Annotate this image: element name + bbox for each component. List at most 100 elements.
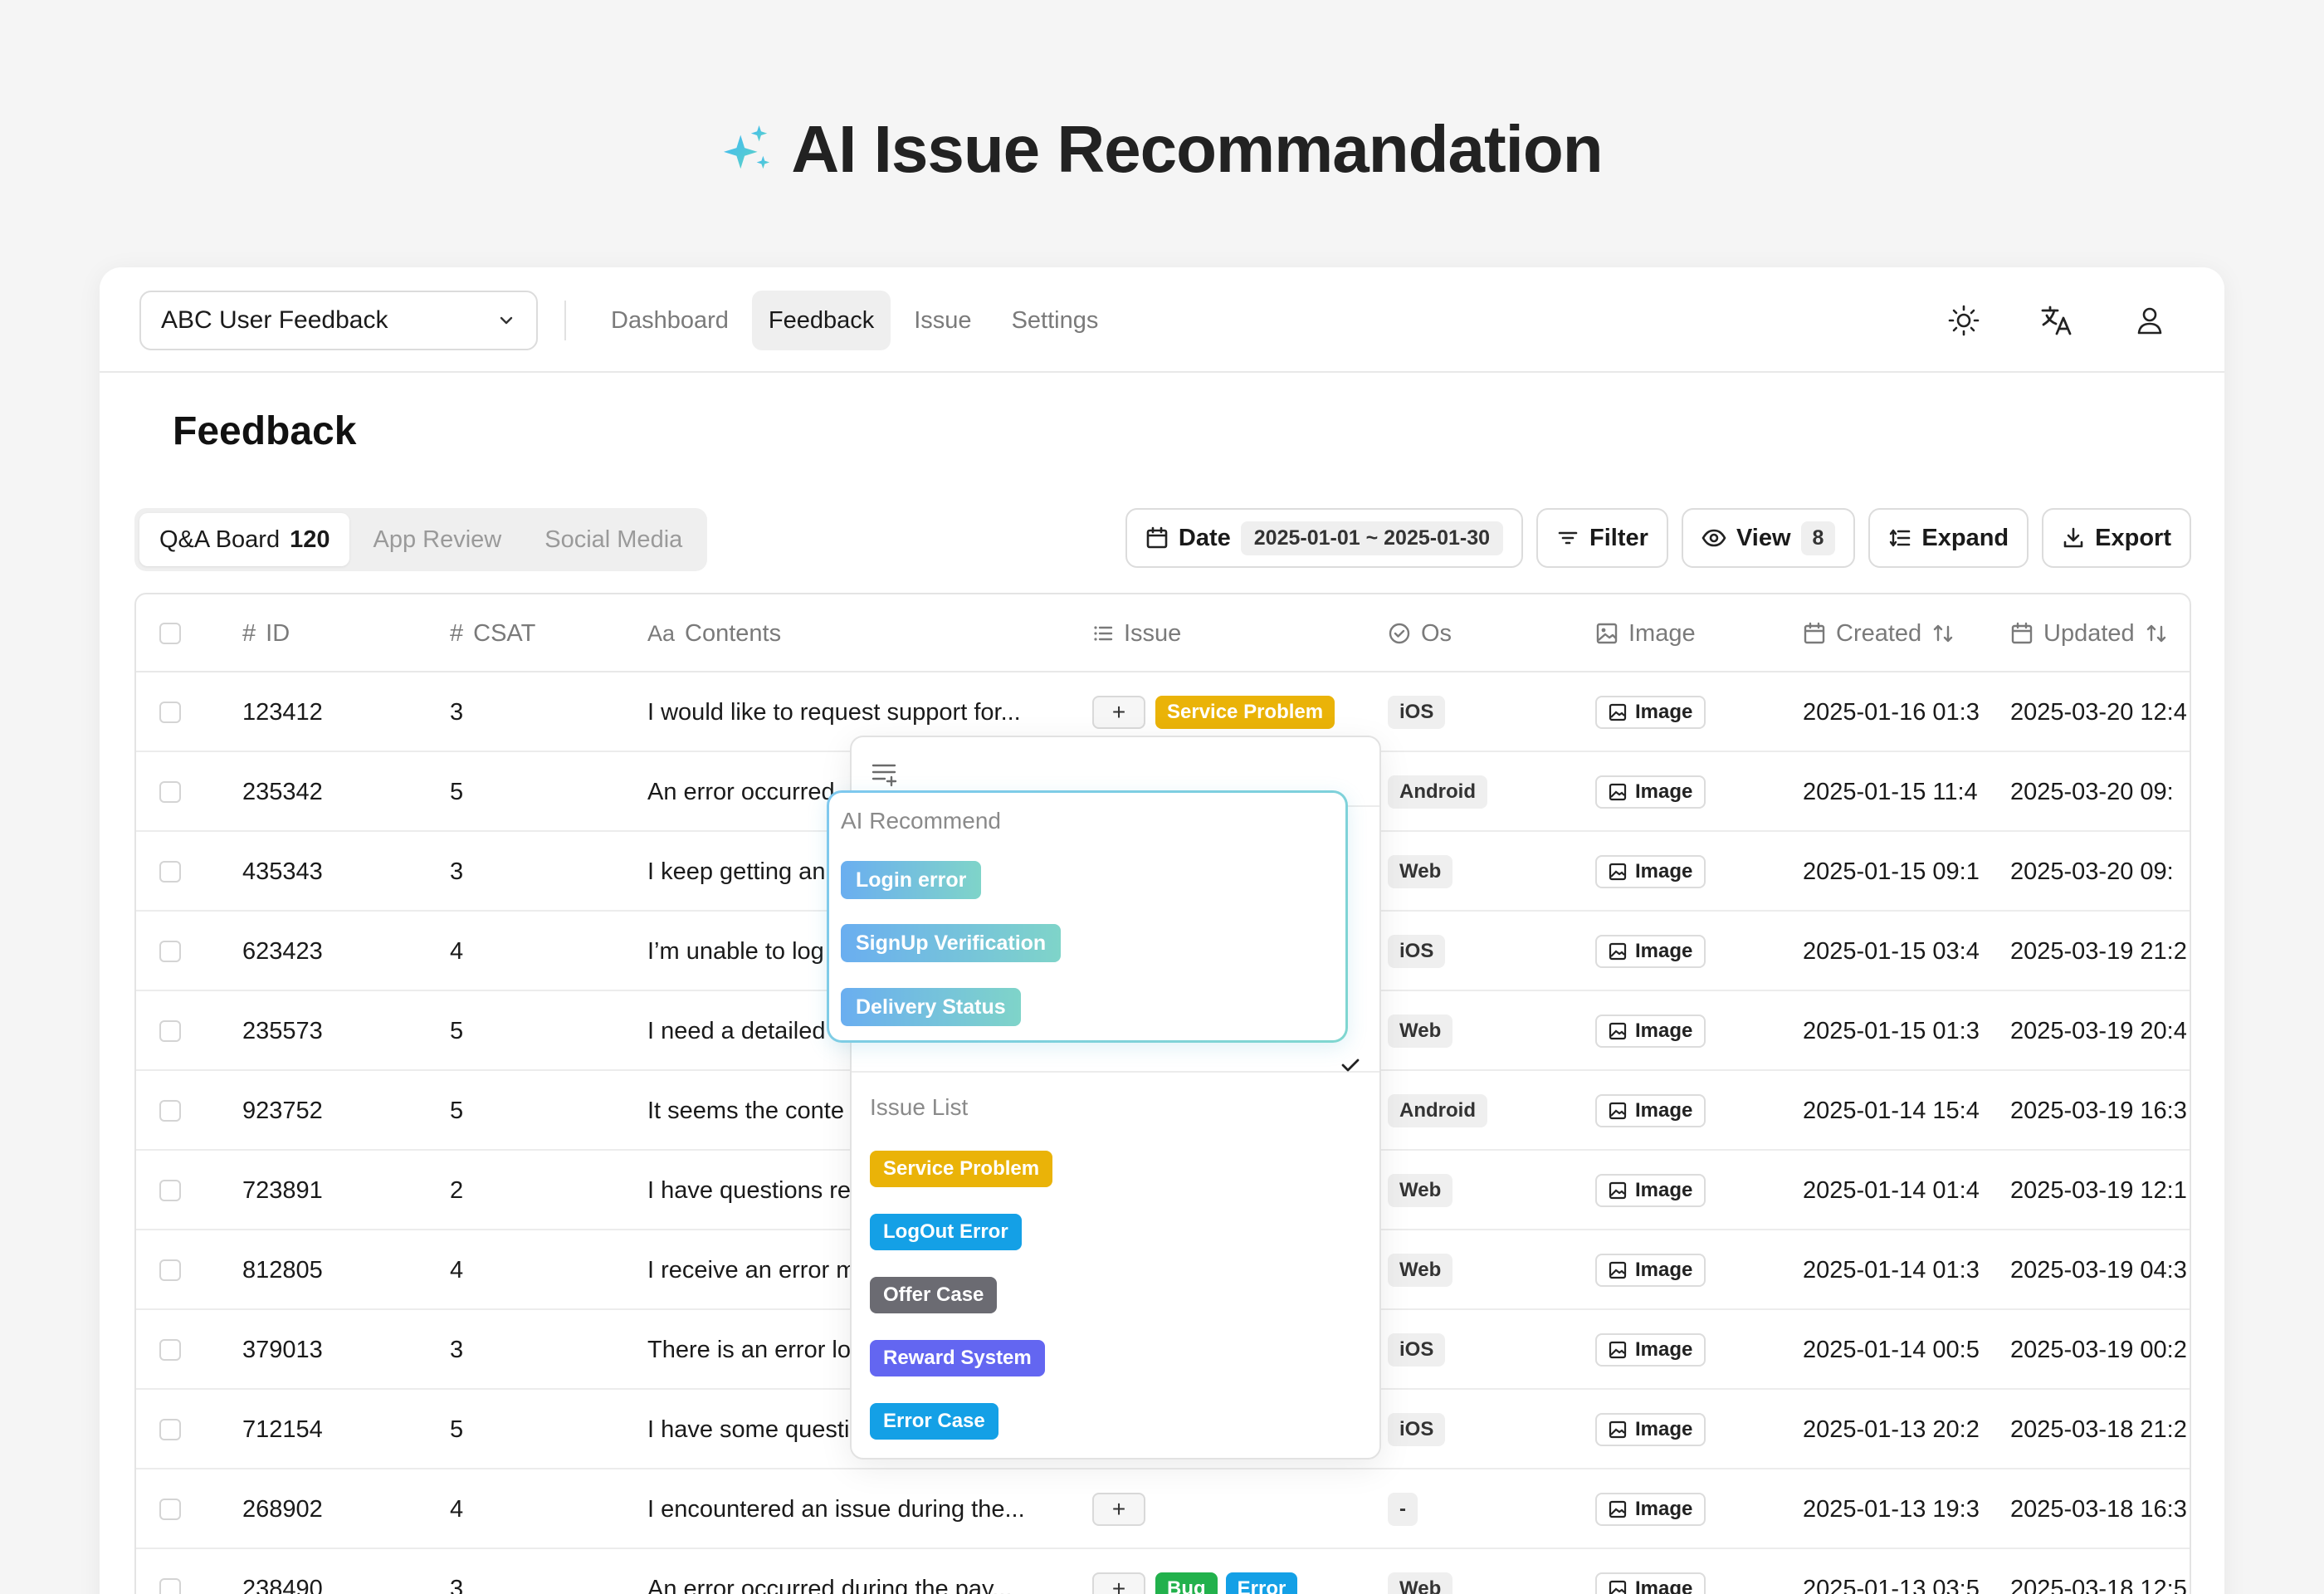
sort-icon[interactable] [2145,622,2168,645]
date-label: Date [1178,524,1231,551]
contents-cell[interactable]: An error occurred during the pay... [647,1549,1079,1594]
export-button[interactable]: Export [2042,508,2191,568]
os-cell: Web [1388,991,1453,1071]
project-select[interactable]: ABC User Feedback [139,291,538,350]
table-row[interactable]: 268902 4 I encountered an issue during the… [136,1469,2190,1549]
select-all-checkbox[interactable] [159,594,181,672]
column-header-issue[interactable]: Issue [1092,594,1181,672]
os-tag: iOS [1388,1413,1446,1446]
csat-cell: 5 [450,1097,464,1124]
issue-badge[interactable]: Bug [1155,1572,1218,1594]
filter-button[interactable]: Filter [1536,508,1668,568]
column-header-csat[interactable]: # CSAT [450,594,535,672]
export-label: Export [2095,524,2171,551]
os-tag: Web [1388,1174,1453,1207]
image-button[interactable]: Image [1595,855,1706,888]
nav-feedback[interactable]: Feedback [751,291,891,350]
row-checkbox[interactable] [159,832,181,912]
nav-divider [564,301,566,340]
row-checkbox[interactable] [159,991,181,1071]
tab-label: Q&A Board [159,526,281,553]
add-issue-button[interactable]: + [1092,696,1145,729]
image-button[interactable]: Image [1595,1174,1706,1207]
tab-qa-board[interactable]: Q&A Board 120 [139,513,350,566]
issue-list-item[interactable]: Reward System [870,1340,1045,1376]
chevron-down-icon [500,316,513,325]
issue-badge[interactable]: Service Problem [1155,696,1335,729]
add-issue-button[interactable]: + [1092,1572,1145,1594]
os-tag: iOS [1388,696,1446,729]
issue-badge[interactable]: Error [1225,1572,1298,1594]
theme-toggle-button[interactable] [1939,296,1989,345]
updated-cell: 2025-03-19 21:2 [2010,937,2187,965]
row-checkbox[interactable] [159,1549,181,1594]
csat-cell: 4 [450,1495,464,1523]
table-header: # ID # CSAT Aa Contents Issue Os Image C… [136,594,2190,672]
row-checkbox[interactable] [159,1151,181,1230]
nav-issue[interactable]: Issue [897,291,988,350]
issue-list-item[interactable]: LogOut Error [870,1214,1022,1250]
image-button[interactable]: Image [1595,1572,1706,1594]
column-header-os[interactable]: Os [1388,594,1452,672]
view-button[interactable]: View 8 [1681,508,1856,568]
row-checkbox[interactable] [159,1310,181,1390]
hero-header: AI Issue Recommandation [0,104,2324,195]
image-button[interactable]: Image [1595,935,1706,968]
column-header-id[interactable]: # ID [242,594,290,672]
column-header-updated[interactable]: Updated [2010,594,2168,672]
row-checkbox[interactable] [159,1390,181,1469]
image-button[interactable]: Image [1595,775,1706,809]
row-checkbox[interactable] [159,1230,181,1310]
language-button[interactable] [2032,296,2082,345]
nav-settings[interactable]: Settings [995,291,1116,350]
issue-list-item[interactable]: Service Problem [870,1151,1053,1187]
image-button[interactable]: Image [1595,1094,1706,1127]
image-button[interactable]: Image [1595,1493,1706,1526]
top-navigation-bar: ABC User Feedback Dashboard Feedback Iss… [100,267,2224,373]
row-checkbox[interactable] [159,912,181,991]
created-cell: 2025-01-15 01:3 [1803,1017,1980,1044]
row-checkbox[interactable] [159,752,181,832]
user-profile-button[interactable] [2125,296,2175,345]
updated-cell: 2025-03-20 12:4 [2010,698,2187,726]
image-button[interactable]: Image [1595,696,1706,729]
updated-cell: 2025-03-19 16:3 [2010,1097,2187,1124]
ai-recommend-item[interactable]: Login error [841,861,982,899]
expand-rows-icon [1890,529,1911,547]
os-tag: Android [1388,1094,1487,1127]
nav-dashboard[interactable]: Dashboard [594,291,745,350]
date-range-button[interactable]: Date 2025-01-01 ~ 2025-01-30 [1125,508,1524,568]
updated-cell: 2025-03-19 12:1 [2010,1176,2187,1204]
image-button[interactable]: Image [1595,1015,1706,1048]
os-tag: Web [1388,1015,1453,1048]
id-cell: 712154 [242,1416,323,1443]
tab-social-media[interactable]: Social Media [525,513,702,566]
sort-icon[interactable] [1931,622,1955,645]
contents-cell[interactable]: I encountered an issue during the... [647,1469,1079,1549]
image-cell: Image [1595,752,1706,832]
row-checkbox[interactable] [159,672,181,752]
column-header-image[interactable]: Image [1595,594,1696,672]
os-tag: Android [1388,775,1487,809]
expand-button[interactable]: Expand [1868,508,2029,568]
csat-cell: 3 [450,858,464,885]
add-issue-button[interactable]: + [1092,1493,1145,1526]
issue-list-item[interactable]: Offer Case [870,1277,998,1313]
updated-cell: 2025-03-18 16:3 [2010,1495,2187,1523]
issue-cell[interactable]: + Bug Error [1092,1549,1374,1594]
table-row[interactable]: 238490 3 An error occurred during the pay.… [136,1549,2190,1594]
image-button[interactable]: Image [1595,1254,1706,1287]
ai-recommend-item[interactable]: SignUp Verification [841,924,1062,962]
image-button[interactable]: Image [1595,1413,1706,1446]
tab-app-review[interactable]: App Review [353,513,521,566]
issue-cell[interactable]: + [1092,1469,1374,1549]
issue-list-item[interactable]: Error Case [870,1403,998,1440]
column-header-contents[interactable]: Aa Contents [647,594,781,672]
row-checkbox[interactable] [159,1469,181,1549]
row-checkbox[interactable] [159,1071,181,1151]
ai-recommend-item[interactable]: Delivery Status [841,988,1021,1026]
column-header-created[interactable]: Created [1803,594,1955,672]
hero-title: AI Issue Recommandation [791,112,1603,186]
filter-icon [1558,531,1578,545]
image-button[interactable]: Image [1595,1333,1706,1367]
